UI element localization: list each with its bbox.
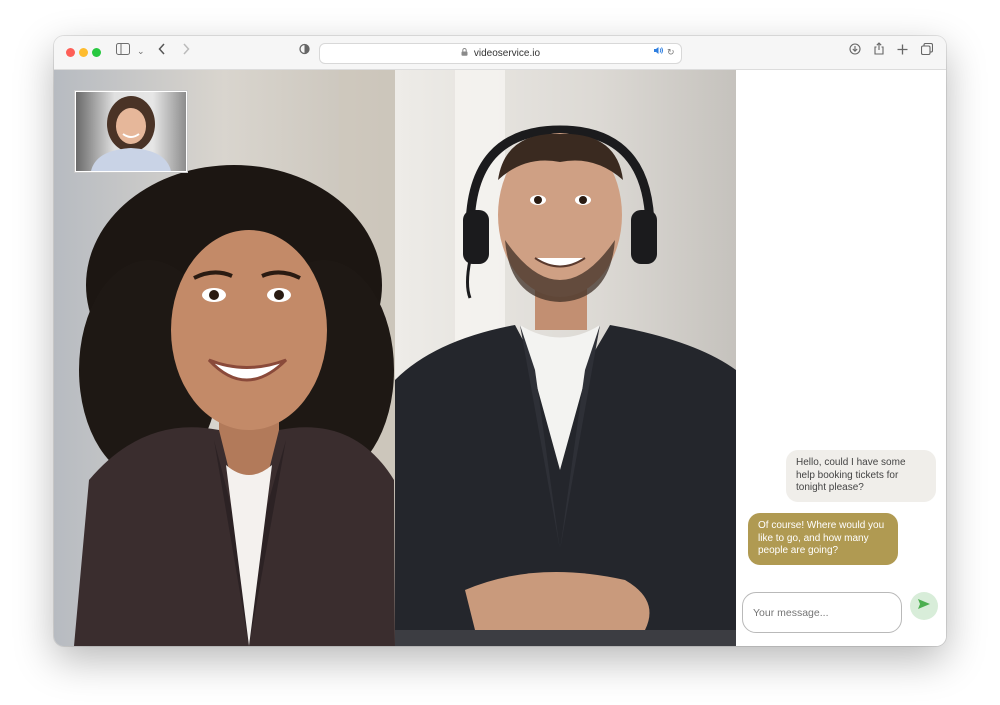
- address-bar[interactable]: videoservice.io ↻: [319, 43, 682, 64]
- page-content: Hello, could I have some help booking ti…: [54, 70, 946, 646]
- self-view-thumbnail[interactable]: [75, 91, 187, 172]
- sidebar-icon[interactable]: [116, 42, 130, 62]
- chat-message-incoming: Hello, could I have some help booking ti…: [786, 450, 936, 502]
- share-icon[interactable]: [873, 42, 885, 62]
- chevron-down-icon[interactable]: ⌄: [137, 42, 145, 62]
- reload-icon[interactable]: ↻: [667, 44, 675, 63]
- send-button[interactable]: [910, 592, 938, 620]
- browser-toolbar: ⌄ videoservice.io ↻: [54, 36, 946, 70]
- browser-window: ⌄ videoservice.io ↻ Hello, could I have …: [54, 36, 946, 646]
- download-icon[interactable]: [849, 42, 861, 62]
- chevron-right-icon[interactable]: [182, 42, 190, 62]
- plus-icon[interactable]: [897, 42, 908, 62]
- close-window-button[interactable]: [66, 48, 75, 57]
- tabs-icon[interactable]: [920, 42, 934, 62]
- send-icon: [917, 597, 931, 615]
- man-video-illustration: [395, 70, 736, 646]
- zoom-window-button[interactable]: [92, 48, 101, 57]
- speaker-icon[interactable]: [654, 44, 664, 63]
- url-text: videoservice.io: [473, 48, 541, 59]
- chevron-left-icon[interactable]: [158, 42, 166, 62]
- message-input[interactable]: [742, 592, 902, 633]
- lock-icon: [461, 48, 471, 59]
- chat-panel: Hello, could I have some help booking ti…: [736, 70, 946, 646]
- participant-video-left[interactable]: [54, 70, 395, 646]
- chat-message-outgoing: Of course! Where would you like to go, a…: [748, 513, 898, 565]
- self-view-illustration: [76, 92, 186, 171]
- minimize-window-button[interactable]: [79, 48, 88, 57]
- participant-video-right[interactable]: [395, 70, 736, 646]
- shield-icon[interactable]: [299, 42, 310, 62]
